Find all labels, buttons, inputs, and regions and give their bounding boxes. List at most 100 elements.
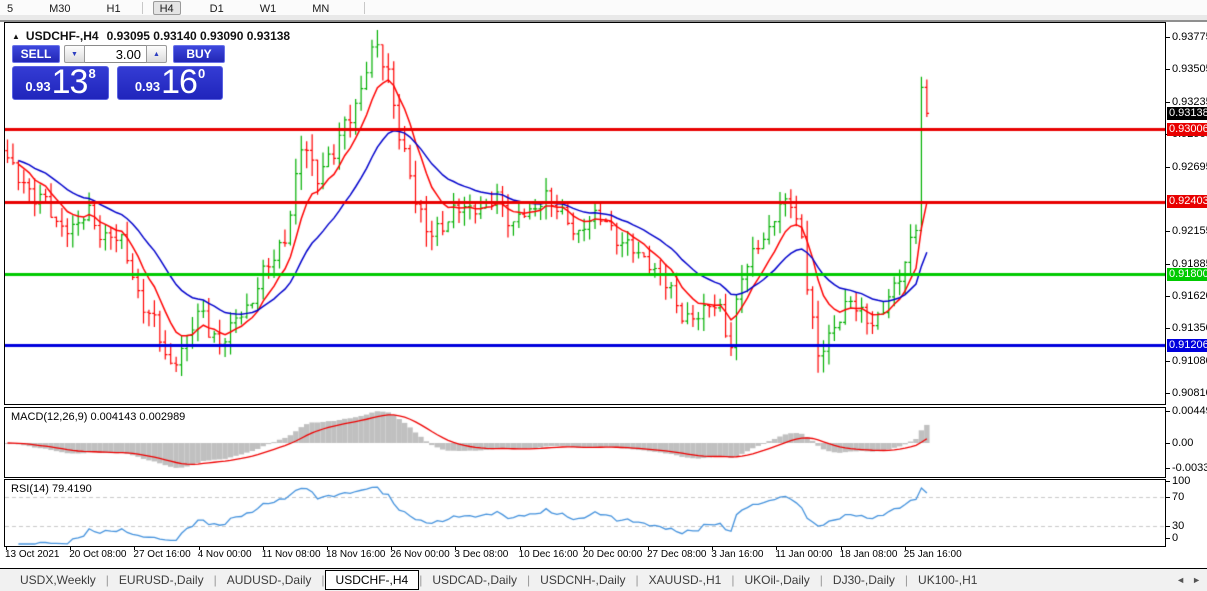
price-tick-label: 0.91350 [1172, 322, 1207, 334]
price-tick-mark [1166, 37, 1170, 38]
chart-tab-bar: USDX,Weekly|EURUSD-,Daily|AUDUSD-,Daily|… [0, 568, 1207, 591]
price-tick-mark [1166, 296, 1170, 297]
macd-tick-mark [1166, 468, 1170, 469]
toolbar-separator [142, 2, 143, 14]
chart-tab-usdchf-h4[interactable]: USDCHF-,H4 [325, 570, 420, 590]
buy-price-pips: 16 [161, 67, 197, 97]
timeframe-toolbar: 5 M30 H1 H4 D1 W1 MN [0, 0, 1207, 15]
chart-symbol-period: USDCHF-,H4 [26, 29, 99, 43]
macd-axis-label: -0.003333 [1172, 462, 1207, 474]
rsi-axis-label: 100 [1172, 475, 1190, 487]
sell-button[interactable]: SELL [12, 45, 60, 63]
time-tick-label: 20 Dec 00:00 [583, 549, 643, 560]
time-tick-label: 13 Oct 2021 [5, 549, 59, 560]
rsi-tick-mark [1166, 538, 1170, 539]
time-tick-label: 11 Nov 08:00 [262, 549, 321, 560]
chart-header: ▲ USDCHF-,H4 0.93095 0.93140 0.93090 0.9… [12, 29, 290, 43]
timeframe-button-w1[interactable]: W1 [253, 1, 284, 15]
trading-platform-window: 5 M30 H1 H4 D1 W1 MN ▲ USDCHF-,H4 0.93095 0.93… [0, 0, 1207, 591]
tab-scroll-left-arrow[interactable]: ◄ [1176, 575, 1185, 585]
chart-tab-uk100-h1[interactable]: UK100-,H1 [908, 571, 987, 589]
price-tick-mark [1166, 231, 1170, 232]
price-tick-label: 0.93505 [1172, 63, 1207, 75]
buy-button[interactable]: BUY [173, 45, 225, 63]
macd-panel: MACD(12,26,9) 0.004143 0.002989 [4, 407, 1166, 478]
chart-tab-usdx-weekly[interactable]: USDX,Weekly [10, 571, 106, 589]
time-tick-label: 18 Jan 08:00 [840, 549, 898, 560]
macd-axis-label: 0.004499 [1172, 405, 1207, 417]
time-axis[interactable]: 13 Oct 2021 20 Oct 08:00 27 Oct 16:00 4 Nov… [4, 547, 1166, 565]
time-tick-label: 4 Nov 00:00 [198, 549, 252, 560]
chart-tab-xauusd-h1[interactable]: XAUUSD-,H1 [639, 571, 732, 589]
chart-tab-audusd-daily[interactable]: AUDUSD-,Daily [217, 571, 322, 589]
level-price-badge: 0.91206 [1167, 339, 1207, 352]
timeframe-button-5[interactable]: 5 [0, 1, 20, 15]
price-tick-label: 0.91080 [1172, 355, 1207, 367]
sell-price-display[interactable]: 0.93 13 8 [12, 66, 109, 100]
price-tick-label: 0.92695 [1172, 161, 1207, 173]
price-tick-mark [1166, 361, 1170, 362]
time-tick-label: 27 Dec 08:00 [647, 549, 707, 560]
macd-axis-label: 0.00 [1172, 437, 1193, 449]
macd-tick-mark [1166, 443, 1170, 444]
time-tick-label: 26 Nov 00:00 [390, 549, 450, 560]
collapse-trade-panel-icon[interactable]: ▲ [12, 32, 20, 41]
price-tick-mark [1166, 102, 1170, 103]
price-tick-label: 0.90810 [1172, 387, 1207, 399]
macd-label: MACD(12,26,9) 0.004143 0.002989 [11, 411, 185, 423]
time-tick-label: 18 Nov 16:00 [326, 549, 386, 560]
timeframe-button-h4[interactable]: H4 [153, 1, 181, 15]
current-price-badge: 0.93138 [1167, 107, 1207, 120]
rsi-canvas [5, 480, 1165, 546]
rsi-panel: RSI(14) 79.4190 [4, 479, 1166, 547]
rsi-label: RSI(14) 79.4190 [11, 483, 92, 495]
price-tick-mark [1166, 264, 1170, 265]
time-tick-label: 3 Jan 16:00 [711, 549, 763, 560]
price-tick-mark [1166, 393, 1170, 394]
time-tick-label: 25 Jan 16:00 [904, 549, 962, 560]
rsi-tick-mark [1166, 497, 1170, 498]
rsi-tick-mark [1166, 481, 1170, 482]
sell-price-point: 8 [88, 66, 95, 81]
price-tick-label: 0.92155 [1172, 225, 1207, 237]
rsi-axis-label: 70 [1172, 491, 1184, 503]
rsi-axis-label: 30 [1172, 520, 1184, 532]
price-tick-label: 0.91620 [1172, 290, 1207, 302]
volume-decrease-button[interactable]: ▼ [64, 45, 85, 63]
time-tick-label: 10 Dec 16:00 [519, 549, 579, 560]
volume-input[interactable] [85, 45, 146, 63]
price-tick-mark [1166, 69, 1170, 70]
chart-tab-ukoil-daily[interactable]: UKOil-,Daily [734, 571, 819, 589]
timeframe-button-d1[interactable]: D1 [203, 1, 231, 15]
tab-scroll-right-arrow[interactable]: ► [1192, 575, 1201, 585]
price-tick-mark [1166, 328, 1170, 329]
buy-price-point: 0 [198, 66, 205, 81]
sell-price-pips: 13 [52, 67, 88, 97]
chart-tab-dj30-daily[interactable]: DJ30-,Daily [823, 571, 905, 589]
time-tick-label: 11 Jan 00:00 [775, 549, 832, 560]
macd-tick-mark [1166, 411, 1170, 412]
level-price-badge: 0.93006 [1167, 123, 1207, 136]
time-tick-label: 27 Oct 16:00 [133, 549, 190, 560]
price-scale[interactable]: 0.937750.935050.932350.929650.926950.921… [1166, 22, 1207, 547]
price-tick-label: 0.93775 [1172, 31, 1207, 43]
toolbar-divider [0, 15, 1207, 22]
time-tick-label: 20 Oct 08:00 [69, 549, 126, 560]
timeframe-button-h1[interactable]: H1 [100, 1, 128, 15]
volume-increase-button[interactable]: ▲ [146, 45, 167, 63]
level-price-badge: 0.92403 [1167, 195, 1207, 208]
timeframe-button-mn[interactable]: MN [305, 1, 336, 15]
buy-price-display[interactable]: 0.93 16 0 [117, 66, 223, 100]
chart-ohlc-values: 0.93095 0.93140 0.93090 0.93138 [107, 29, 291, 43]
chart-tab-eurusd-daily[interactable]: EURUSD-,Daily [109, 571, 214, 589]
rsi-tick-mark [1166, 526, 1170, 527]
chart-tab-usdcnh-daily[interactable]: USDCNH-,Daily [530, 571, 635, 589]
timeframe-button-m30[interactable]: M30 [42, 1, 77, 15]
toolbar-separator [364, 2, 365, 14]
sell-price-base: 0.93 [25, 79, 50, 94]
rsi-axis-label: 0 [1172, 532, 1178, 544]
price-tick-mark [1166, 167, 1170, 168]
buy-price-base: 0.93 [135, 79, 160, 94]
time-tick-label: 3 Dec 08:00 [454, 549, 508, 560]
chart-tab-usdcad-daily[interactable]: USDCAD-,Daily [422, 571, 527, 589]
